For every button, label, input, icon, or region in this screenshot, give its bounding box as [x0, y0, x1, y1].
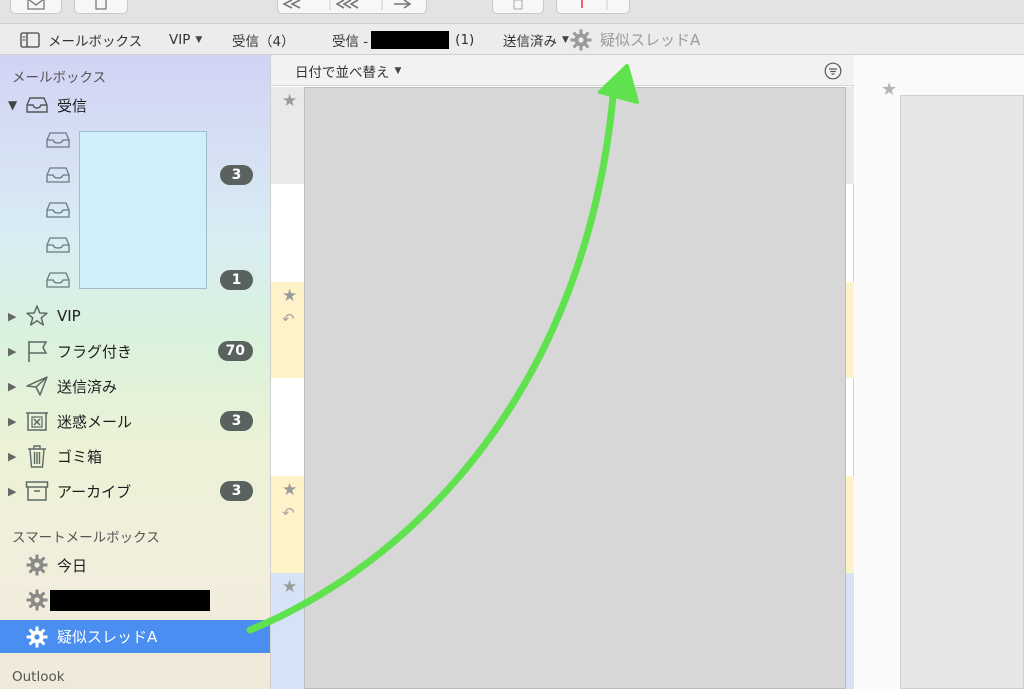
redacted-message-body [900, 95, 1024, 689]
sidebar-item-inbox[interactable]: ▼ 受信 [0, 88, 270, 122]
inbox-icon [44, 129, 72, 151]
sidebar-item-archive[interactable]: ▶ アーカイブ 3 [0, 474, 270, 508]
message-viewer: ★ [855, 55, 1024, 689]
sidebar-item-label: フラグ付き [57, 342, 133, 361]
fav-inbox-account-count: (1) [455, 31, 475, 48]
inbox-icon [44, 234, 72, 256]
gear-icon [24, 587, 50, 613]
disclosure-closed-icon[interactable]: ▶ [8, 485, 16, 498]
disclosure-closed-icon[interactable]: ▶ [8, 345, 16, 358]
unread-badge: 1 [220, 270, 253, 290]
compose-button[interactable] [10, 0, 62, 14]
flag-icon [24, 338, 50, 364]
redacted-block [371, 30, 450, 49]
sidebar-item-label: 送信済み [57, 377, 118, 396]
sidebar-item-redacted[interactable] [0, 583, 270, 617]
pencil-icon [95, 0, 107, 10]
inbox-icon [44, 199, 72, 221]
sidebar-item-label: 受信 [57, 96, 88, 115]
flag-menu-icon [581, 0, 608, 10]
envelope-icon [27, 0, 45, 10]
sidebar-item-label: ゴミ箱 [57, 447, 103, 466]
fav-smart-button[interactable]: 疑似スレッドA [569, 24, 700, 55]
fav-mailboxes-label: メールボックス [48, 33, 143, 50]
sidebar-item-flagged[interactable]: ▶ フラグ付き 70 [0, 334, 270, 368]
sidebar-item-today[interactable]: 今日 [0, 548, 270, 582]
sort-button[interactable]: 日付で並べ替え ▼ [295, 55, 401, 86]
star-icon: ★ [282, 91, 298, 111]
sort-bar: 日付で並べ替え ▼ [271, 55, 854, 86]
inbox-icon [24, 92, 50, 118]
sidebar-section-outlook: Outlook [12, 669, 65, 685]
sidebar-item-junk[interactable]: ▶ 迷惑メール 3 [0, 404, 270, 438]
archive-icon [24, 478, 50, 504]
redacted-account-names [79, 131, 207, 289]
gear-icon [24, 624, 50, 650]
disclosure-closed-icon[interactable]: ▶ [8, 380, 16, 393]
unread-badge: 3 [220, 411, 253, 431]
unread-badge: 3 [220, 481, 253, 501]
fav-mailboxes-button[interactable]: メールボックス [20, 24, 142, 55]
sidebar-item-label: VIP [57, 307, 81, 325]
sidebar-toggle-icon [20, 31, 40, 48]
paper-plane-icon [24, 373, 50, 399]
sidebar-item-pseudo-thread[interactable]: 疑似スレッドA [0, 620, 270, 653]
reply-forward-group[interactable] [277, 0, 427, 14]
sidebar: メールボックス ▼ 受信 3 1 ▶ VIP ▶ フラグ付き 70 ▶ 送信済み… [0, 55, 271, 689]
unread-badge: 3 [220, 165, 253, 185]
inbox-icon [44, 269, 72, 291]
sidebar-section-mailboxes: メールボックス [12, 70, 107, 86]
star-icon [24, 303, 50, 329]
sidebar-item-label: 疑似スレッドA [57, 628, 158, 646]
chevron-down-icon: ▼ [195, 34, 203, 45]
sidebar-item-vip[interactable]: ▶ VIP [0, 299, 270, 333]
delete-button[interactable] [492, 0, 544, 14]
sidebar-item-trash[interactable]: ▶ ゴミ箱 [0, 439, 270, 473]
star-icon: ★ [282, 577, 298, 597]
reply-icons [282, 0, 412, 10]
sidebar-section-smart: スマートメールボックス [12, 530, 160, 546]
disclosure-open-icon[interactable]: ▼ [8, 98, 17, 112]
fav-inbox-label: 受信（4） [232, 33, 295, 50]
favorites-bar: メールボックス VIP ▼ 受信（4） 受信 - (1) 送信済み ▼ 疑似スレッド… [0, 24, 1024, 55]
disclosure-closed-icon[interactable]: ▶ [8, 310, 16, 323]
sidebar-item-label: アーカイブ [57, 482, 132, 501]
star-icon: ★ [282, 286, 298, 306]
reply-icon: ↶ [282, 310, 295, 328]
fav-smart-label: 疑似スレッドA [600, 31, 701, 49]
fav-vip-button[interactable]: VIP ▼ [169, 24, 202, 55]
fav-sent-button[interactable]: 送信済み ▼ [503, 24, 569, 55]
trash-icon [513, 0, 523, 10]
filter-icon[interactable] [824, 62, 842, 80]
redacted-message-area [304, 87, 846, 689]
gear-icon [24, 552, 50, 578]
gear-icon [570, 29, 592, 50]
disclosure-closed-icon[interactable]: ▶ [8, 415, 16, 428]
fav-inbox-button[interactable]: 受信（4） [232, 24, 295, 55]
chevron-down-icon: ▼ [562, 34, 569, 45]
sort-label: 日付で並べ替え [295, 64, 390, 81]
fav-inbox-account-button[interactable]: 受信 - (1) [332, 24, 474, 55]
star-icon: ★ [881, 79, 898, 100]
junk-icon [24, 408, 50, 434]
sidebar-item-label: 迷惑メール [57, 412, 133, 431]
sidebar-item-sent[interactable]: ▶ 送信済み [0, 369, 270, 403]
fav-sent-label: 送信済み [503, 33, 557, 50]
inbox-icon [44, 164, 72, 186]
star-icon: ★ [282, 480, 298, 500]
fav-inbox-account-prefix: 受信 - [332, 33, 369, 50]
new-message-button[interactable] [74, 0, 128, 14]
fav-vip-label: VIP [169, 31, 191, 48]
reply-icon: ↶ [282, 504, 295, 522]
toolbar [0, 0, 1024, 24]
trash-icon [24, 443, 50, 469]
disclosure-closed-icon[interactable]: ▶ [8, 450, 16, 463]
unread-badge: 70 [217, 341, 253, 361]
sidebar-item-label: 今日 [57, 556, 88, 575]
flag-button[interactable] [556, 0, 630, 14]
message-list: 日付で並べ替え ▼ ★ ★ ↶ ★ ↶ ★ [271, 55, 854, 689]
redacted-block [50, 589, 210, 611]
chevron-down-icon: ▼ [394, 65, 402, 76]
